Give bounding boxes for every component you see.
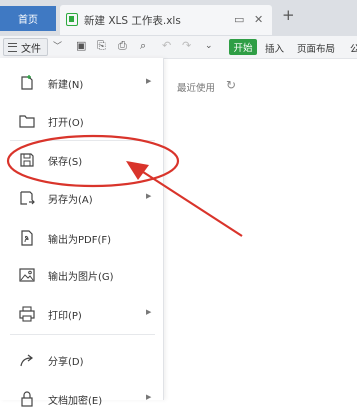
annotation-arrow [139,169,243,237]
annotation-overlay [6,134,243,237]
annotation-arrowhead [126,161,149,180]
